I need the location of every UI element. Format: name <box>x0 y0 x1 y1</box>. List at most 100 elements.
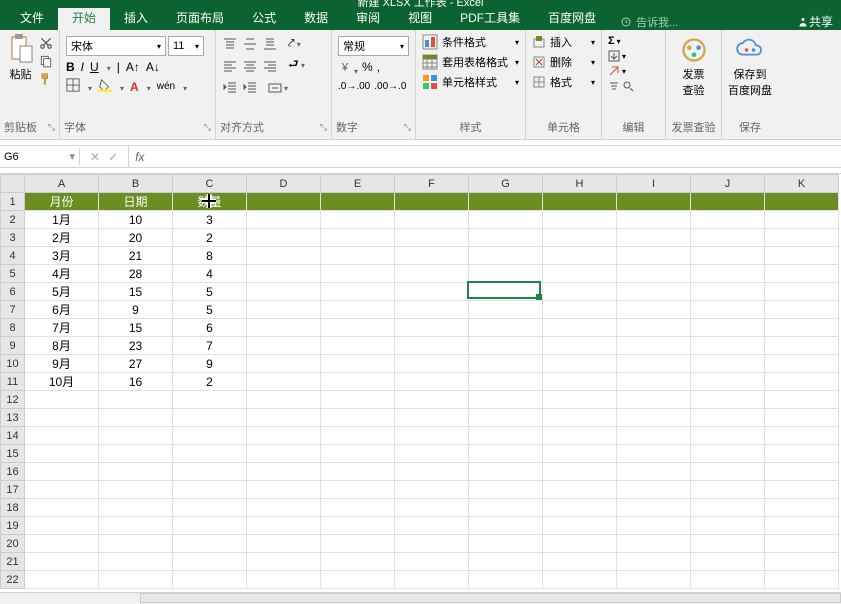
cell-A1[interactable]: 月份 <box>25 193 99 211</box>
font-size-select[interactable]: 11▾ <box>168 36 204 56</box>
cell-C3[interactable]: 2 <box>173 229 247 247</box>
cell-B15[interactable] <box>99 445 173 463</box>
border-button[interactable] <box>66 78 80 95</box>
row-header-17[interactable]: 17 <box>1 481 25 499</box>
cell-J22[interactable] <box>691 571 765 589</box>
cell-I19[interactable] <box>617 517 691 535</box>
cell-J21[interactable] <box>691 553 765 571</box>
cell-K13[interactable] <box>765 409 839 427</box>
horizontal-scrollbar[interactable] <box>0 592 841 604</box>
cell-G9[interactable] <box>469 337 543 355</box>
cell-J8[interactable] <box>691 319 765 337</box>
cell-A20[interactable] <box>25 535 99 553</box>
cell-J7[interactable] <box>691 301 765 319</box>
cell-K3[interactable] <box>765 229 839 247</box>
cell-E9[interactable] <box>321 337 395 355</box>
cell-G18[interactable] <box>469 499 543 517</box>
cell-K5[interactable] <box>765 265 839 283</box>
cell-I8[interactable] <box>617 319 691 337</box>
column-header-G[interactable]: G <box>469 175 543 193</box>
cell-I18[interactable] <box>617 499 691 517</box>
increase-font-button[interactable]: A↑ <box>126 60 140 74</box>
column-header-K[interactable]: K <box>765 175 839 193</box>
cell-B8[interactable]: 15 <box>99 319 173 337</box>
cell-E7[interactable] <box>321 301 395 319</box>
cell-H15[interactable] <box>543 445 617 463</box>
align-middle-button[interactable] <box>242 37 258 51</box>
cell-J4[interactable] <box>691 247 765 265</box>
cell-J6[interactable] <box>691 283 765 301</box>
cell-I11[interactable] <box>617 373 691 391</box>
row-header-19[interactable]: 19 <box>1 517 25 535</box>
cell-C13[interactable] <box>173 409 247 427</box>
tab-百度网盘[interactable]: 百度网盘 <box>534 5 610 30</box>
cell-D9[interactable] <box>247 337 321 355</box>
tab-公式[interactable]: 公式 <box>238 5 290 30</box>
cell-D14[interactable] <box>247 427 321 445</box>
cell-B1[interactable]: 日期 <box>99 193 173 211</box>
cell-A22[interactable] <box>25 571 99 589</box>
cell-J10[interactable] <box>691 355 765 373</box>
cell-G3[interactable] <box>469 229 543 247</box>
cell-G5[interactable] <box>469 265 543 283</box>
cell-D15[interactable] <box>247 445 321 463</box>
cell-F3[interactable] <box>395 229 469 247</box>
cell-F17[interactable] <box>395 481 469 499</box>
cell-F15[interactable] <box>395 445 469 463</box>
fill-color-button[interactable] <box>98 78 112 95</box>
cell-F7[interactable] <box>395 301 469 319</box>
cell-K7[interactable] <box>765 301 839 319</box>
cell-K2[interactable] <box>765 211 839 229</box>
cell-B9[interactable]: 23 <box>99 337 173 355</box>
cell-B2[interactable]: 10 <box>99 211 173 229</box>
cell-G17[interactable] <box>469 481 543 499</box>
increase-indent-button[interactable] <box>242 80 258 94</box>
cell-F5[interactable] <box>395 265 469 283</box>
cell-D5[interactable] <box>247 265 321 283</box>
cell-A9[interactable]: 8月 <box>25 337 99 355</box>
cell-K17[interactable] <box>765 481 839 499</box>
spreadsheet-grid[interactable]: ABCDEFGHIJK1月份日期数量21月10332月20243月21854月2… <box>0 174 841 592</box>
cell-F1[interactable] <box>395 193 469 211</box>
row-header-20[interactable]: 20 <box>1 535 25 553</box>
cell-J3[interactable] <box>691 229 765 247</box>
cell-B12[interactable] <box>99 391 173 409</box>
copy-button[interactable] <box>39 54 53 68</box>
cell-E15[interactable] <box>321 445 395 463</box>
conditional-formatting-button[interactable]: 条件格式▾ <box>420 32 521 52</box>
cell-C18[interactable] <box>173 499 247 517</box>
row-header-21[interactable]: 21 <box>1 553 25 571</box>
cell-A2[interactable]: 1月 <box>25 211 99 229</box>
cell-G21[interactable] <box>469 553 543 571</box>
cell-F8[interactable] <box>395 319 469 337</box>
comma-button[interactable]: , <box>377 60 380 77</box>
cell-H6[interactable] <box>543 283 617 301</box>
select-all-corner[interactable] <box>1 175 25 193</box>
cell-K8[interactable] <box>765 319 839 337</box>
tab-插入[interactable]: 插入 <box>110 5 162 30</box>
cell-F16[interactable] <box>395 463 469 481</box>
row-header-10[interactable]: 10 <box>1 355 25 373</box>
cell-E16[interactable] <box>321 463 395 481</box>
cell-E17[interactable] <box>321 481 395 499</box>
cell-J20[interactable] <box>691 535 765 553</box>
cell-I2[interactable] <box>617 211 691 229</box>
cell-C8[interactable]: 6 <box>173 319 247 337</box>
insert-function-button[interactable]: fx <box>129 150 150 164</box>
cell-B4[interactable]: 21 <box>99 247 173 265</box>
cell-E8[interactable] <box>321 319 395 337</box>
cell-D7[interactable] <box>247 301 321 319</box>
orientation-button[interactable]: ⤤ <box>288 36 301 51</box>
clipboard-launcher[interactable]: ⤡ <box>48 122 55 133</box>
cell-F2[interactable] <box>395 211 469 229</box>
cell-H16[interactable] <box>543 463 617 481</box>
cell-A5[interactable]: 4月 <box>25 265 99 283</box>
cell-F13[interactable] <box>395 409 469 427</box>
row-header-14[interactable]: 14 <box>1 427 25 445</box>
row-header-18[interactable]: 18 <box>1 499 25 517</box>
row-header-16[interactable]: 16 <box>1 463 25 481</box>
cell-G1[interactable] <box>469 193 543 211</box>
underline-button[interactable]: U <box>90 60 99 74</box>
percent-button[interactable]: % <box>362 60 373 77</box>
cell-I16[interactable] <box>617 463 691 481</box>
